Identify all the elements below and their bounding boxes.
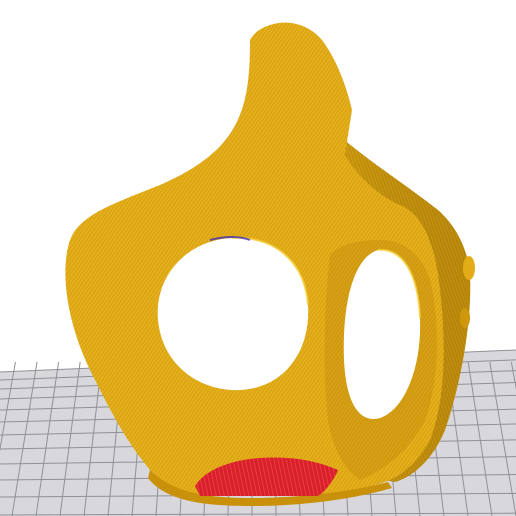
mask-model[interactable] — [65, 22, 475, 506]
strap-nub-upper — [463, 256, 475, 280]
scene-canvas[interactable] — [0, 0, 516, 516]
strap-nub-lower — [460, 308, 470, 328]
slicer-3d-viewport[interactable] — [0, 0, 516, 516]
filter-opening-left — [157, 237, 309, 391]
